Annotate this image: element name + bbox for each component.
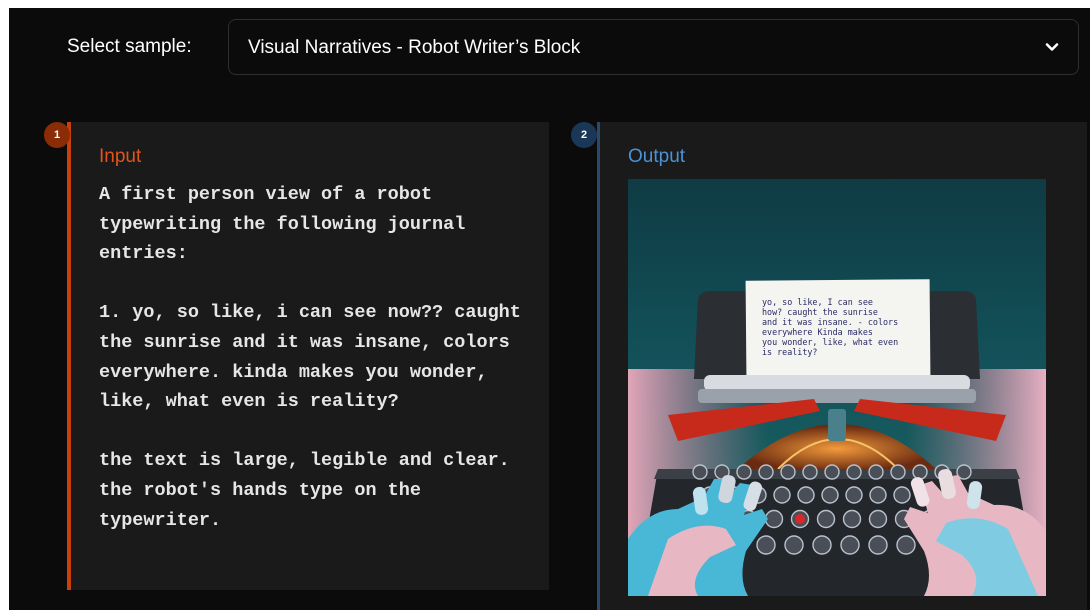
robot-typewriter-illustration: yo, so like, I can see how? caught the s… (628, 179, 1046, 596)
output-title: Output (628, 146, 686, 167)
paper-line: yo, so like, I can see (762, 297, 873, 307)
sample-selector-label: Select sample: (67, 36, 192, 57)
input-paragraph: A first person view of a robot typewriti… (99, 184, 466, 265)
step-badge-output: 2 (571, 122, 597, 148)
input-title: Input (99, 146, 142, 167)
paper-line: you wonder, like, what even (762, 337, 898, 347)
paper-line: how? caught the sunrise (762, 307, 878, 317)
app-frame: Select sample: Visual Narratives - Robot… (9, 8, 1090, 610)
input-paragraph: 1. yo, so like, i can see now?? caught t… (99, 302, 521, 413)
sample-select-dropdown[interactable]: Visual Narratives - Robot Writer’s Block (228, 19, 1079, 75)
paper-line: is reality? (762, 347, 817, 357)
output-generated-image: yo, so like, I can see how? caught the s… (628, 179, 1046, 596)
input-paragraph: the text is large, legible and clear. th… (99, 450, 510, 531)
paper-line: and it was insane. - colors (762, 317, 898, 327)
sample-select-value: Visual Narratives - Robot Writer’s Block (248, 37, 581, 58)
step-badge-input: 1 (44, 122, 70, 148)
sample-selector-row: Select sample: Visual Narratives - Robot… (9, 8, 1090, 84)
input-prompt-text: A first person view of a robot typewriti… (99, 180, 539, 535)
chevron-down-icon (1045, 43, 1059, 51)
output-panel: Output yo, so like, I can see how? caugh… (597, 122, 1087, 610)
input-panel: Input A first person view of a robot typ… (67, 122, 549, 590)
paper-line: everywhere Kinda makes (762, 327, 873, 337)
